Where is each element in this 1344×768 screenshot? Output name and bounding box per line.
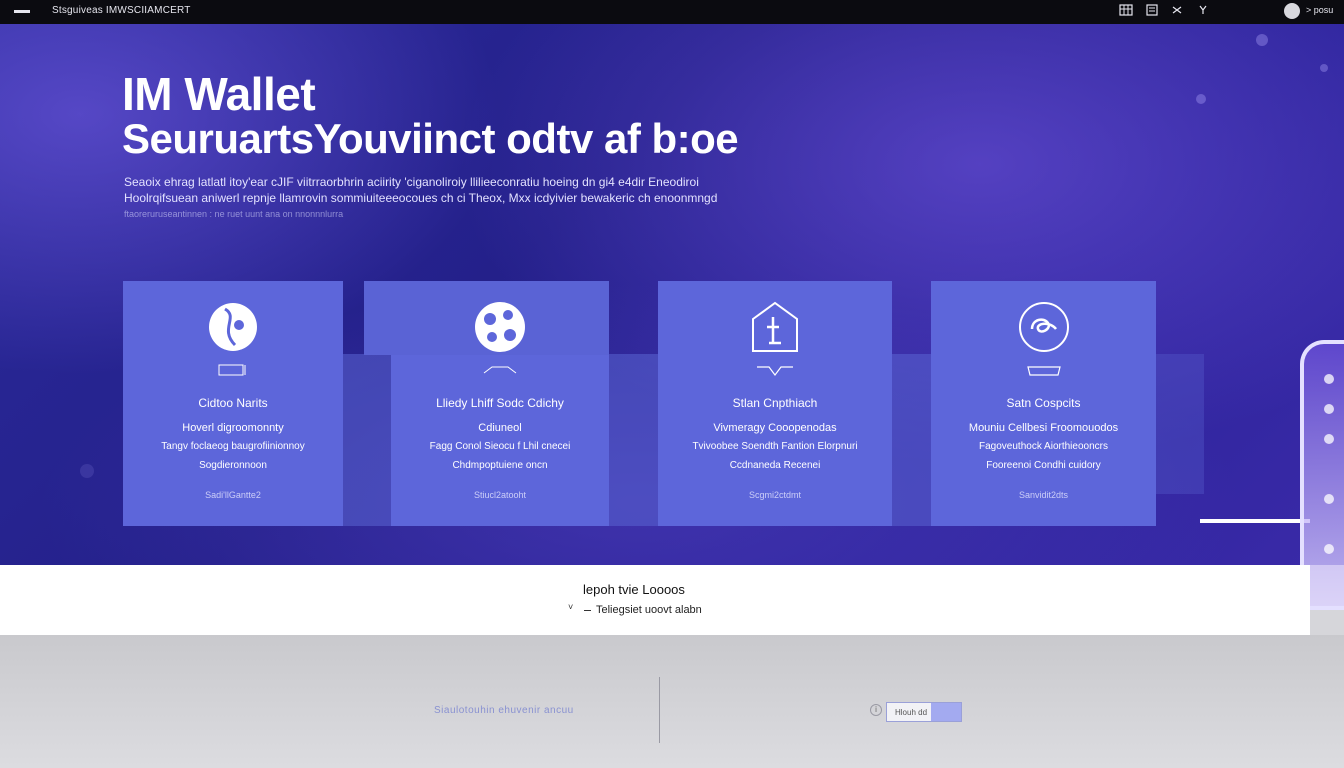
footer-input-text: Hlouh dd — [895, 708, 928, 717]
top-bar: Stsguiveas IMWSCIIAMCERT > posu — [0, 0, 1344, 24]
card-text: Tvivoobee Soendth Fantion Elorpnuri — [692, 441, 858, 452]
card-text: Ccdnaneda Recenei — [729, 460, 821, 471]
card-backdrop — [343, 354, 391, 526]
coin-icon — [1018, 302, 1069, 352]
bokeh-dot — [1196, 94, 1206, 104]
hero-title: IM Wallet — [122, 68, 316, 120]
hero-desc-line: Seaoix ehrag latlatl itoy'ear cJIF viitr… — [124, 175, 699, 189]
card-title: Cidtoo Narits — [198, 396, 268, 410]
hero-desc-line: ftaoreruruseantinnen : ne ruet uunt ana … — [124, 209, 344, 219]
divider — [659, 677, 660, 743]
line-icon — [1026, 366, 1061, 376]
phone-dot — [1324, 404, 1334, 414]
network-icon — [475, 302, 525, 352]
list-icon[interactable] — [1146, 3, 1158, 21]
filter-icon[interactable] — [1198, 3, 1208, 21]
phone-dot — [1324, 374, 1334, 384]
footer-area: Siaulotouhin ehuvenir ancuu i Hlouh dd — [0, 635, 1344, 768]
settings-icon[interactable] — [1171, 3, 1183, 21]
card-text: Fagg Conol Sieocu f Lhil cnecei — [429, 441, 571, 452]
card-link[interactable]: Scgmi2ctdmt — [658, 490, 892, 500]
user-menu-text[interactable]: > posu — [1306, 5, 1333, 15]
card-link[interactable]: Stiucl2atooht — [391, 490, 609, 500]
bokeh-dot — [80, 464, 94, 478]
feature-card-4[interactable]: Satn Cospcits Mouniu Cellbesi Froomouodo… — [931, 281, 1156, 526]
chevron-icon — [483, 366, 517, 374]
card-backdrop — [1156, 354, 1204, 494]
card-text: Sogdieronnoon — [199, 460, 267, 471]
card-subtitle: Vivmeragy Cooopenodas — [713, 422, 837, 434]
card-text: Tangv foclaeog baugrofiinionnoy — [161, 441, 305, 452]
footer-submit-button[interactable] — [931, 703, 961, 721]
dash-icon — [584, 610, 591, 611]
decorative-stripe — [1200, 519, 1310, 523]
bokeh-dot — [1320, 64, 1328, 72]
card-text: Fooreenoi Condhi cuidory — [986, 460, 1101, 471]
chevron-down-icon[interactable]: ˅ — [568, 602, 573, 612]
info-icon[interactable]: i — [870, 704, 882, 716]
hero-subtitle: SeuruartsYouviinct odtv af b:oe — [122, 115, 739, 162]
strip-link[interactable]: Teliegsiet uoovt alabn — [596, 604, 702, 616]
card-text: Chdmpoptuiene oncn — [452, 460, 548, 471]
card-subtitle: Mouniu Cellbesi Froomouodos — [968, 422, 1119, 434]
hero-description: Seaoix ehrag latlatl itoy'ear cJIF viitr… — [124, 174, 804, 222]
phone-dot — [1324, 544, 1334, 554]
bokeh-dot — [1256, 34, 1268, 46]
building-icon — [752, 301, 798, 352]
chevron-icon — [757, 366, 793, 376]
card-link[interactable]: Sadi'llGantte2 — [123, 490, 343, 500]
info-strip: lepoh tvie Loooos ˅ Teliegsiet uoovt ala… — [0, 565, 1310, 635]
avatar[interactable] — [1284, 3, 1300, 19]
globe-icon — [209, 303, 257, 351]
feature-card-3[interactable]: Stlan Cnpthiach Vivmeragy Cooopenodas Tv… — [658, 281, 892, 526]
footer-input[interactable]: Hlouh dd — [886, 702, 962, 722]
phone-dot — [1324, 494, 1334, 504]
card-title: Lliedy Lhiff Sodc Cdichy — [436, 396, 564, 410]
card-subtitle: Hoverl digroomonnty — [182, 422, 284, 434]
hero-section: IM Wallet SeuruartsYouviinct odtv af b:o… — [0, 24, 1344, 565]
card-title: Satn Cospcits — [1006, 396, 1081, 410]
card-backdrop — [892, 354, 931, 526]
phone-dot — [1324, 434, 1334, 444]
card-title: Stlan Cnpthiach — [732, 396, 818, 410]
card-backdrop — [609, 354, 658, 526]
card-subtitle: Cdiuneol — [478, 422, 522, 434]
grid-icon[interactable] — [1119, 3, 1133, 21]
menu-icon[interactable] — [14, 10, 30, 13]
window-title: Stsguiveas IMWSCIIAMCERT — [52, 5, 191, 16]
card-link[interactable]: Sanvidit2dts — [931, 490, 1156, 500]
hero-desc-line: Hoolrqifsuean aniwerl repnje llamrovin s… — [124, 191, 718, 205]
feature-card-2[interactable]: Lliedy Lhiff Sodc Cdichy Cdiuneol Fagg C… — [391, 302, 609, 526]
strip-title: lepoh tvie Loooos — [583, 582, 685, 597]
feature-card-1[interactable]: Cidtoo Narits Hoverl digroomonnty Tangv … — [123, 281, 343, 526]
device-icon — [218, 364, 246, 376]
card-text: Fagoveuthock Aiorthieooncrs — [979, 441, 1108, 452]
footer-text: Siaulotouhin ehuvenir ancuu — [434, 705, 574, 716]
